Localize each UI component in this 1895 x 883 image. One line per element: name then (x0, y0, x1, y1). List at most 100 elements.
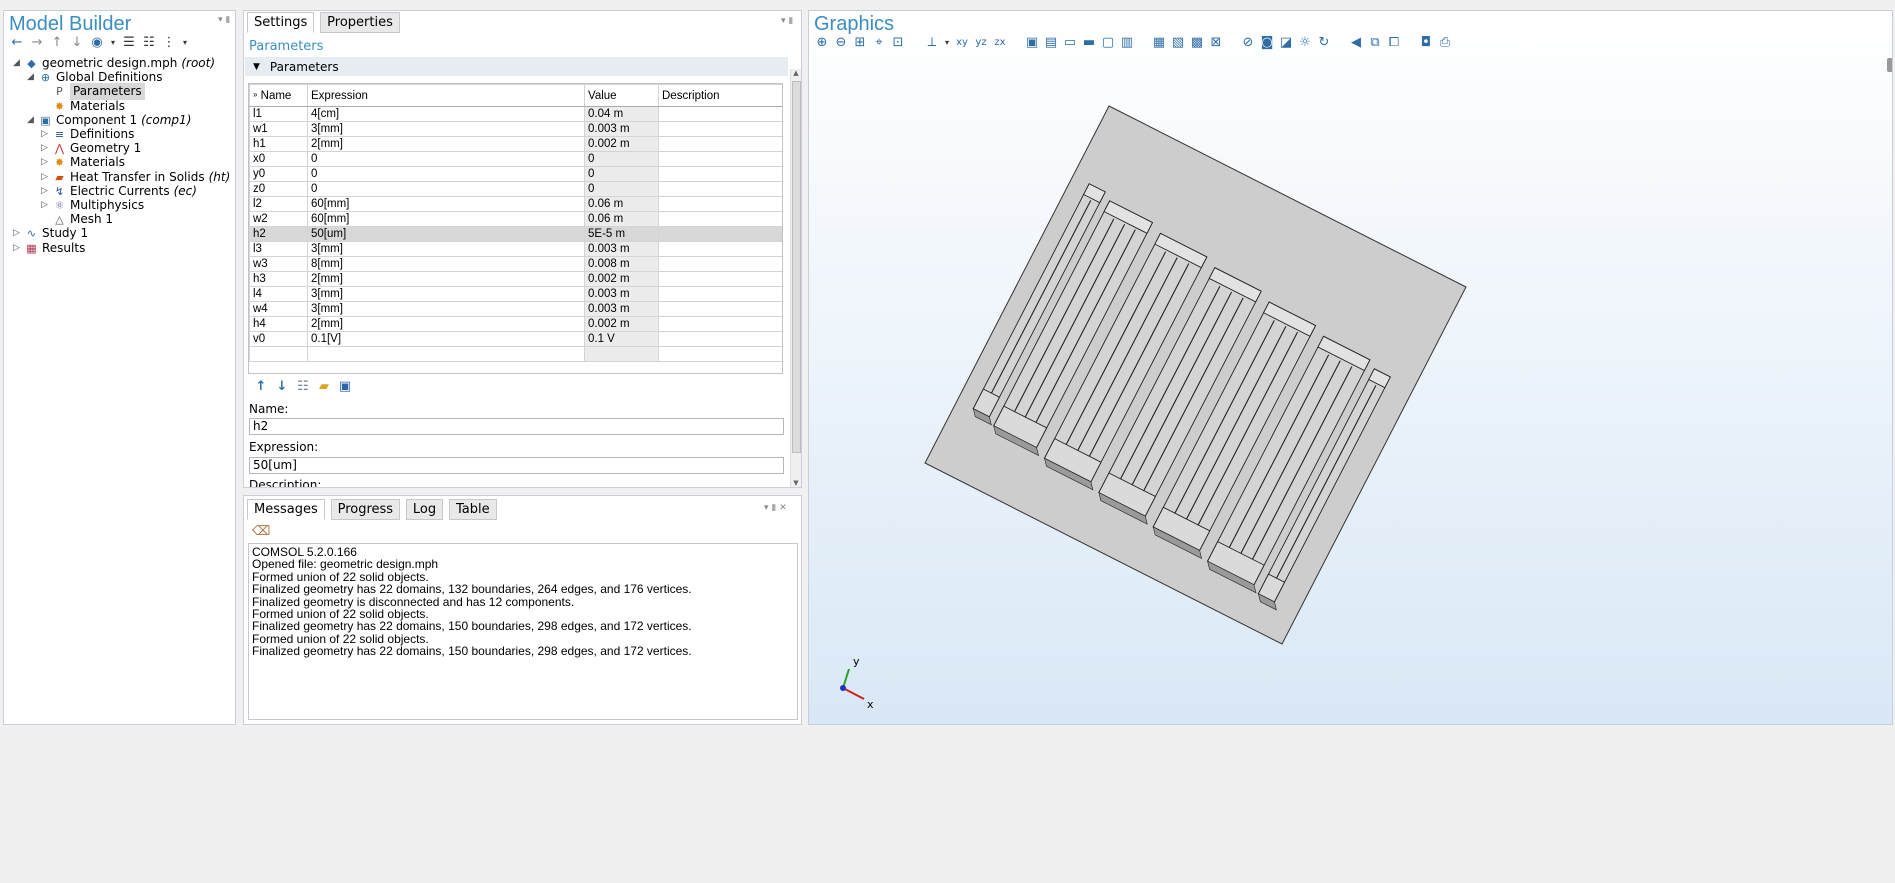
cell-description[interactable] (658, 166, 782, 182)
cell-name[interactable]: x0 (249, 151, 308, 167)
cell-name[interactable]: z0 (249, 181, 308, 197)
clear-messages-icon[interactable]: ⌫ (252, 524, 270, 539)
cell-description[interactable] (658, 346, 782, 362)
cell-expression[interactable]: 8[mm] (307, 256, 585, 272)
cell-description[interactable] (658, 226, 782, 242)
tree-twisty-icon[interactable]: ◢ (26, 112, 35, 129)
parameters-section-header[interactable]: ▼ Parameters (245, 57, 788, 76)
cell-name[interactable]: w2 (249, 211, 308, 227)
cell-name[interactable]: l1 (249, 106, 308, 122)
scroll-down-arrow-icon[interactable]: ▼ (791, 479, 801, 487)
table-row[interactable]: z0 0 0 (249, 181, 782, 197)
geometry-view[interactable]: y x (809, 11, 1893, 725)
pane-menu-icon[interactable]: ▾ ▮ (218, 15, 230, 25)
cell-expression[interactable]: 3[mm] (307, 241, 585, 257)
table-row[interactable]: l2 60[mm] 0.06 m (249, 196, 782, 212)
delete-row-icon[interactable]: ☷ (296, 380, 310, 394)
pane-menu-icon[interactable]: ▾ ▮ (781, 16, 793, 26)
tab-progress[interactable]: Progress (330, 499, 401, 520)
table-row[interactable]: l3 3[mm] 0.003 m (249, 241, 782, 257)
tree-twisty-icon[interactable]: ◢ (12, 55, 21, 72)
cell-expression[interactable]: 0 (307, 181, 585, 197)
cell-description[interactable] (658, 196, 782, 212)
cell-description[interactable] (658, 136, 782, 152)
name-field[interactable]: h2 (249, 418, 784, 435)
scroll-up-arrow-icon[interactable]: ▲ (791, 69, 801, 77)
cell-name[interactable]: l4 (249, 286, 308, 302)
cell-expression[interactable]: 4[cm] (307, 106, 585, 122)
table-row[interactable]: v0 0.1[V] 0.1 V (249, 331, 782, 347)
col-expression-header[interactable]: Expression (307, 84, 585, 107)
show-eye-icon[interactable]: ◉ (90, 36, 104, 50)
pane-menu-icon[interactable]: ▾ ▮ ✕ (764, 503, 787, 513)
move-down-icon[interactable]: ↓ (70, 36, 84, 50)
cell-description[interactable] (658, 151, 782, 167)
tab-properties[interactable]: Properties (320, 12, 400, 33)
tab-settings[interactable]: Settings (247, 12, 315, 33)
cell-description[interactable] (658, 241, 782, 257)
tree-options-icon[interactable]: ⋮ (162, 36, 176, 50)
cell-name[interactable]: h4 (249, 316, 308, 332)
table-row[interactable]: h4 2[mm] 0.002 m (249, 316, 782, 332)
table-row[interactable]: w4 3[mm] 0.003 m (249, 301, 782, 317)
cell-expression[interactable]: 3[mm] (307, 121, 585, 137)
cell-expression[interactable]: 2[mm] (307, 271, 585, 287)
cell-expression[interactable]: 3[mm] (307, 301, 585, 317)
table-row[interactable]: h2 50[um] 5E-5 m (249, 226, 782, 242)
cell-description[interactable] (658, 316, 782, 332)
table-row[interactable]: y0 0 0 (249, 166, 782, 182)
tree-twisty-icon[interactable]: ◢ (26, 69, 35, 86)
cell-description[interactable] (658, 106, 782, 122)
cell-expression[interactable]: 3[mm] (307, 286, 585, 302)
move-down-icon[interactable]: ↓ (275, 380, 289, 394)
table-row[interactable]: w1 3[mm] 0.003 m (249, 121, 782, 137)
cell-description[interactable] (658, 271, 782, 287)
table-row[interactable]: l4 3[mm] 0.003 m (249, 286, 782, 302)
dropdown-icon[interactable]: ▾ (110, 36, 116, 50)
scrollbar-thumb[interactable] (792, 81, 801, 453)
move-up-icon[interactable]: ↑ (50, 36, 64, 50)
dropdown-icon[interactable]: ▾ (182, 36, 188, 50)
cell-name[interactable]: w4 (249, 301, 308, 317)
cell-name[interactable]: v0 (249, 331, 308, 347)
tab-messages[interactable]: Messages (247, 499, 325, 520)
open-folder-icon[interactable]: ▰ (317, 380, 331, 394)
table-row[interactable] (249, 346, 782, 362)
back-arrow-icon[interactable]: ← (10, 36, 24, 50)
table-row[interactable]: x0 0 0 (249, 151, 782, 167)
forward-arrow-icon[interactable]: → (30, 36, 44, 50)
cell-name[interactable]: h2 (249, 226, 308, 242)
cell-expression[interactable]: 60[mm] (307, 211, 585, 227)
collapse-tree-icon[interactable]: ☷ (142, 36, 156, 50)
cell-expression[interactable]: 50[um] (307, 226, 585, 242)
move-up-icon[interactable]: ↑ (254, 380, 268, 394)
tree-item[interactable]: ▷ ▦ Results (12, 240, 89, 257)
cell-expression[interactable]: 0 (307, 166, 585, 182)
cell-description[interactable] (658, 181, 782, 197)
cell-expression[interactable] (307, 346, 585, 362)
cell-description[interactable] (658, 331, 782, 347)
tree-twisty-icon[interactable]: ▷ (12, 240, 21, 257)
expression-field[interactable]: 50[um] (249, 457, 784, 474)
cell-description[interactable] (658, 256, 782, 272)
col-description-header[interactable]: Description (658, 84, 782, 107)
table-row[interactable]: w3 8[mm] 0.008 m (249, 256, 782, 272)
cell-name[interactable]: l3 (249, 241, 308, 257)
cell-expression[interactable]: 60[mm] (307, 196, 585, 212)
cell-name[interactable] (249, 346, 308, 362)
cell-description[interactable] (658, 121, 782, 137)
cell-name[interactable]: h1 (249, 136, 308, 152)
save-icon[interactable]: ▣ (338, 380, 352, 394)
cell-expression[interactable]: 0 (307, 151, 585, 167)
settings-scrollbar[interactable]: ▲ ▼ (790, 69, 801, 487)
cell-expression[interactable]: 2[mm] (307, 136, 585, 152)
section-collapse-icon[interactable]: ▼ (253, 62, 260, 72)
col-name-header[interactable]: » Name (249, 84, 308, 107)
table-row[interactable]: h3 2[mm] 0.002 m (249, 271, 782, 287)
cell-expression[interactable]: 0.1[V] (307, 331, 585, 347)
tab-table[interactable]: Table (448, 499, 497, 520)
cell-name[interactable]: l2 (249, 196, 308, 212)
cell-expression[interactable]: 2[mm] (307, 316, 585, 332)
cell-name[interactable]: h3 (249, 271, 308, 287)
cell-description[interactable] (658, 286, 782, 302)
